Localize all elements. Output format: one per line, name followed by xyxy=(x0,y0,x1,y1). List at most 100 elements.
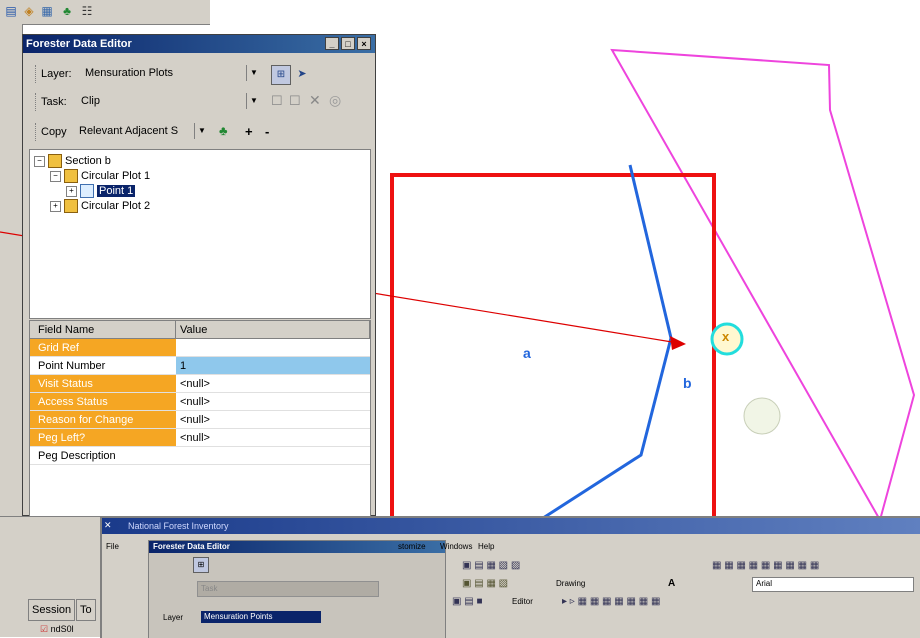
field-access-status: Access Status xyxy=(30,393,176,411)
layer-select[interactable]: Mensuration Plots ▼ xyxy=(81,65,261,83)
warning-icon xyxy=(64,169,78,184)
toolbar-icons[interactable]: ▦ ▦ ▦ ▦ ▦ ▦ ▦ ▦ ▦ xyxy=(712,560,819,571)
tab-session[interactable]: Session xyxy=(28,599,76,621)
tree-node-label: Circular Plot 1 xyxy=(81,170,151,182)
copy-select[interactable]: Relevant Adjacent S ▼ xyxy=(75,123,209,141)
column-header-field-name[interactable]: Field Name xyxy=(30,321,176,339)
chevron-down-icon[interactable]: ▼ xyxy=(246,93,261,109)
value-access-status[interactable]: <null> xyxy=(176,393,370,411)
inset-font-select[interactable]: Arial xyxy=(752,577,914,592)
copy-tree-icon[interactable]: ♣ xyxy=(219,123,228,138)
layer-list-item[interactable]: ☑ ndS0l xyxy=(40,624,74,635)
warning-icon xyxy=(48,154,62,169)
field-peg-description: Peg Description xyxy=(30,447,176,465)
forester-data-editor-window: Forester Data Editor _ □ × Layer: Mensur… xyxy=(22,34,376,518)
close-icon[interactable]: ✕ xyxy=(104,520,112,531)
field-grid-ref: Grid Ref xyxy=(30,339,176,357)
inset-screenshot: National Forest Inventory ✕ Forester Dat… xyxy=(100,516,920,638)
copy-label: Copy xyxy=(41,126,67,138)
edit-vertices-icon[interactable]: ☐ xyxy=(289,93,301,109)
sketch-tool-icon[interactable]: ☐ xyxy=(271,93,283,109)
checkbox-icon[interactable]: ☑ xyxy=(40,624,48,634)
tree-node-label: Section b xyxy=(65,155,111,167)
copy-select-value: Relevant Adjacent S xyxy=(79,125,179,137)
value-point-number[interactable]: 1 xyxy=(176,357,370,375)
tree-node-point-1[interactable]: + Point 1 xyxy=(66,184,136,199)
inset-toolbar-1: ▣ ▤ ▦ ▧ ▨ ▦ ▦ ▦ ▦ ▦ ▦ ▦ ▦ ▦ xyxy=(452,558,920,574)
toolbar-icons[interactable]: ▸ ▹ ▦ ▦ ▦ ▦ ▦ ▦ ▦ xyxy=(562,596,660,607)
tree-node-plot-1[interactable]: − Circular Plot 1 xyxy=(50,169,151,184)
remove-button[interactable]: - xyxy=(265,124,269,139)
toolbar-icons[interactable]: ▣ ▤ ▦ ▧ ▨ xyxy=(462,560,520,571)
inset-title-bar: National Forest Inventory xyxy=(102,518,920,534)
layer-select-value: Mensuration Plots xyxy=(85,67,174,79)
inset-drawing-menu[interactable]: Drawing xyxy=(556,579,585,588)
attribute-grid[interactable]: Field Name Value Grid Ref Point Number 1… xyxy=(29,320,371,518)
inset-editor-window: Forester Data Editor ⊞ Task Layer Mensur… xyxy=(148,540,446,638)
chevron-down-icon[interactable]: ▼ xyxy=(194,123,209,139)
tree-node-section[interactable]: − Section b xyxy=(34,154,111,169)
toolbar-icons[interactable]: ▣ ▤ ■ xyxy=(452,596,483,607)
delete-icon[interactable]: ✕ xyxy=(309,92,321,109)
inset-toolbar-3: ▣ ▤ ■ Editor ▸ ▹ ▦ ▦ ▦ ▦ ▦ ▦ ▦ xyxy=(452,594,920,610)
window-title: Forester Data Editor xyxy=(26,38,132,50)
inset-toolbar-2: ▣ ▤ ▦ ▧ Drawing A Arial xyxy=(452,576,920,592)
map-label-b: b xyxy=(683,375,692,391)
location-marker[interactable]: x xyxy=(722,329,729,344)
task-select[interactable]: Clip ▼ xyxy=(77,93,261,111)
field-reason-for-change: Reason for Change xyxy=(30,411,176,429)
field-point-number: Point Number xyxy=(30,357,176,375)
layer-label: Layer: xyxy=(41,68,72,80)
inset-task-combo[interactable]: Task xyxy=(197,581,379,597)
collapse-icon[interactable]: − xyxy=(50,170,61,182)
blue-line xyxy=(539,164,673,522)
value-peg-description[interactable] xyxy=(176,447,370,465)
toolbar-icons[interactable]: ▣ ▤ ▦ ▧ xyxy=(462,578,508,589)
value-peg-left[interactable]: <null> xyxy=(176,429,370,447)
select-feature-icon[interactable]: ⊞ xyxy=(271,65,291,85)
inset-editor-menu[interactable]: Editor xyxy=(512,597,533,606)
pointer-tool-icon[interactable]: ➤ xyxy=(293,65,311,83)
maximize-button[interactable]: □ xyxy=(341,37,355,50)
tree-node-plot-2[interactable]: + Circular Plot 2 xyxy=(50,199,150,214)
layer-list-item-label: ndS0l xyxy=(50,624,74,634)
field-visit-status: Visit Status xyxy=(30,375,176,393)
text-tool-icon[interactable]: A xyxy=(668,578,675,589)
chevron-down-icon[interactable]: ▼ xyxy=(246,65,261,81)
point-icon xyxy=(80,184,94,199)
pointer-arrowhead xyxy=(670,336,686,350)
inset-window-title: National Forest Inventory xyxy=(128,521,229,531)
tree-node-label-selected: Point 1 xyxy=(97,185,136,197)
column-header-value[interactable]: Value xyxy=(176,321,370,339)
value-grid-ref[interactable] xyxy=(176,339,370,357)
add-button[interactable]: + xyxy=(245,124,253,139)
inset-menu-customize[interactable]: stomize xyxy=(398,542,426,551)
expand-icon[interactable]: + xyxy=(66,185,77,197)
field-peg-left: Peg Left? xyxy=(30,429,176,447)
collapse-icon[interactable]: − xyxy=(34,155,45,167)
tab-to[interactable]: To xyxy=(76,599,96,621)
value-reason-for-change[interactable]: <null> xyxy=(176,411,370,429)
inset-menu-file[interactable]: File xyxy=(106,542,119,551)
select-feature-icon[interactable]: ⊞ xyxy=(193,557,209,573)
value-visit-status[interactable]: <null> xyxy=(176,375,370,393)
toolbar-grip[interactable] xyxy=(35,65,39,83)
expand-icon[interactable]: + xyxy=(50,200,61,212)
inset-layer-select[interactable]: Mensuration Points xyxy=(201,611,321,623)
inset-editor-title: Forester Data Editor xyxy=(153,542,230,551)
pale-circle xyxy=(743,397,781,435)
toolbar-grip[interactable] xyxy=(35,93,39,111)
inset-menu-windows[interactable]: Windows xyxy=(440,542,472,551)
inset-menu-help[interactable]: Help xyxy=(478,542,494,551)
map-label-a: a xyxy=(523,345,531,361)
feature-tree[interactable]: − Section b − Circular Plot 1 + Point 1 + Ci… xyxy=(29,149,371,319)
task-label: Task: xyxy=(41,96,67,108)
warning-icon xyxy=(64,199,78,214)
toolbar-grip[interactable] xyxy=(35,123,39,141)
red-boundary xyxy=(390,173,716,520)
inset-layer-label: Layer xyxy=(163,613,184,622)
minimize-button[interactable]: _ xyxy=(325,37,339,50)
task-select-value: Clip xyxy=(81,95,100,107)
window-title-bar[interactable]: Forester Data Editor _ □ × xyxy=(23,35,375,53)
close-button[interactable]: × xyxy=(357,37,371,50)
